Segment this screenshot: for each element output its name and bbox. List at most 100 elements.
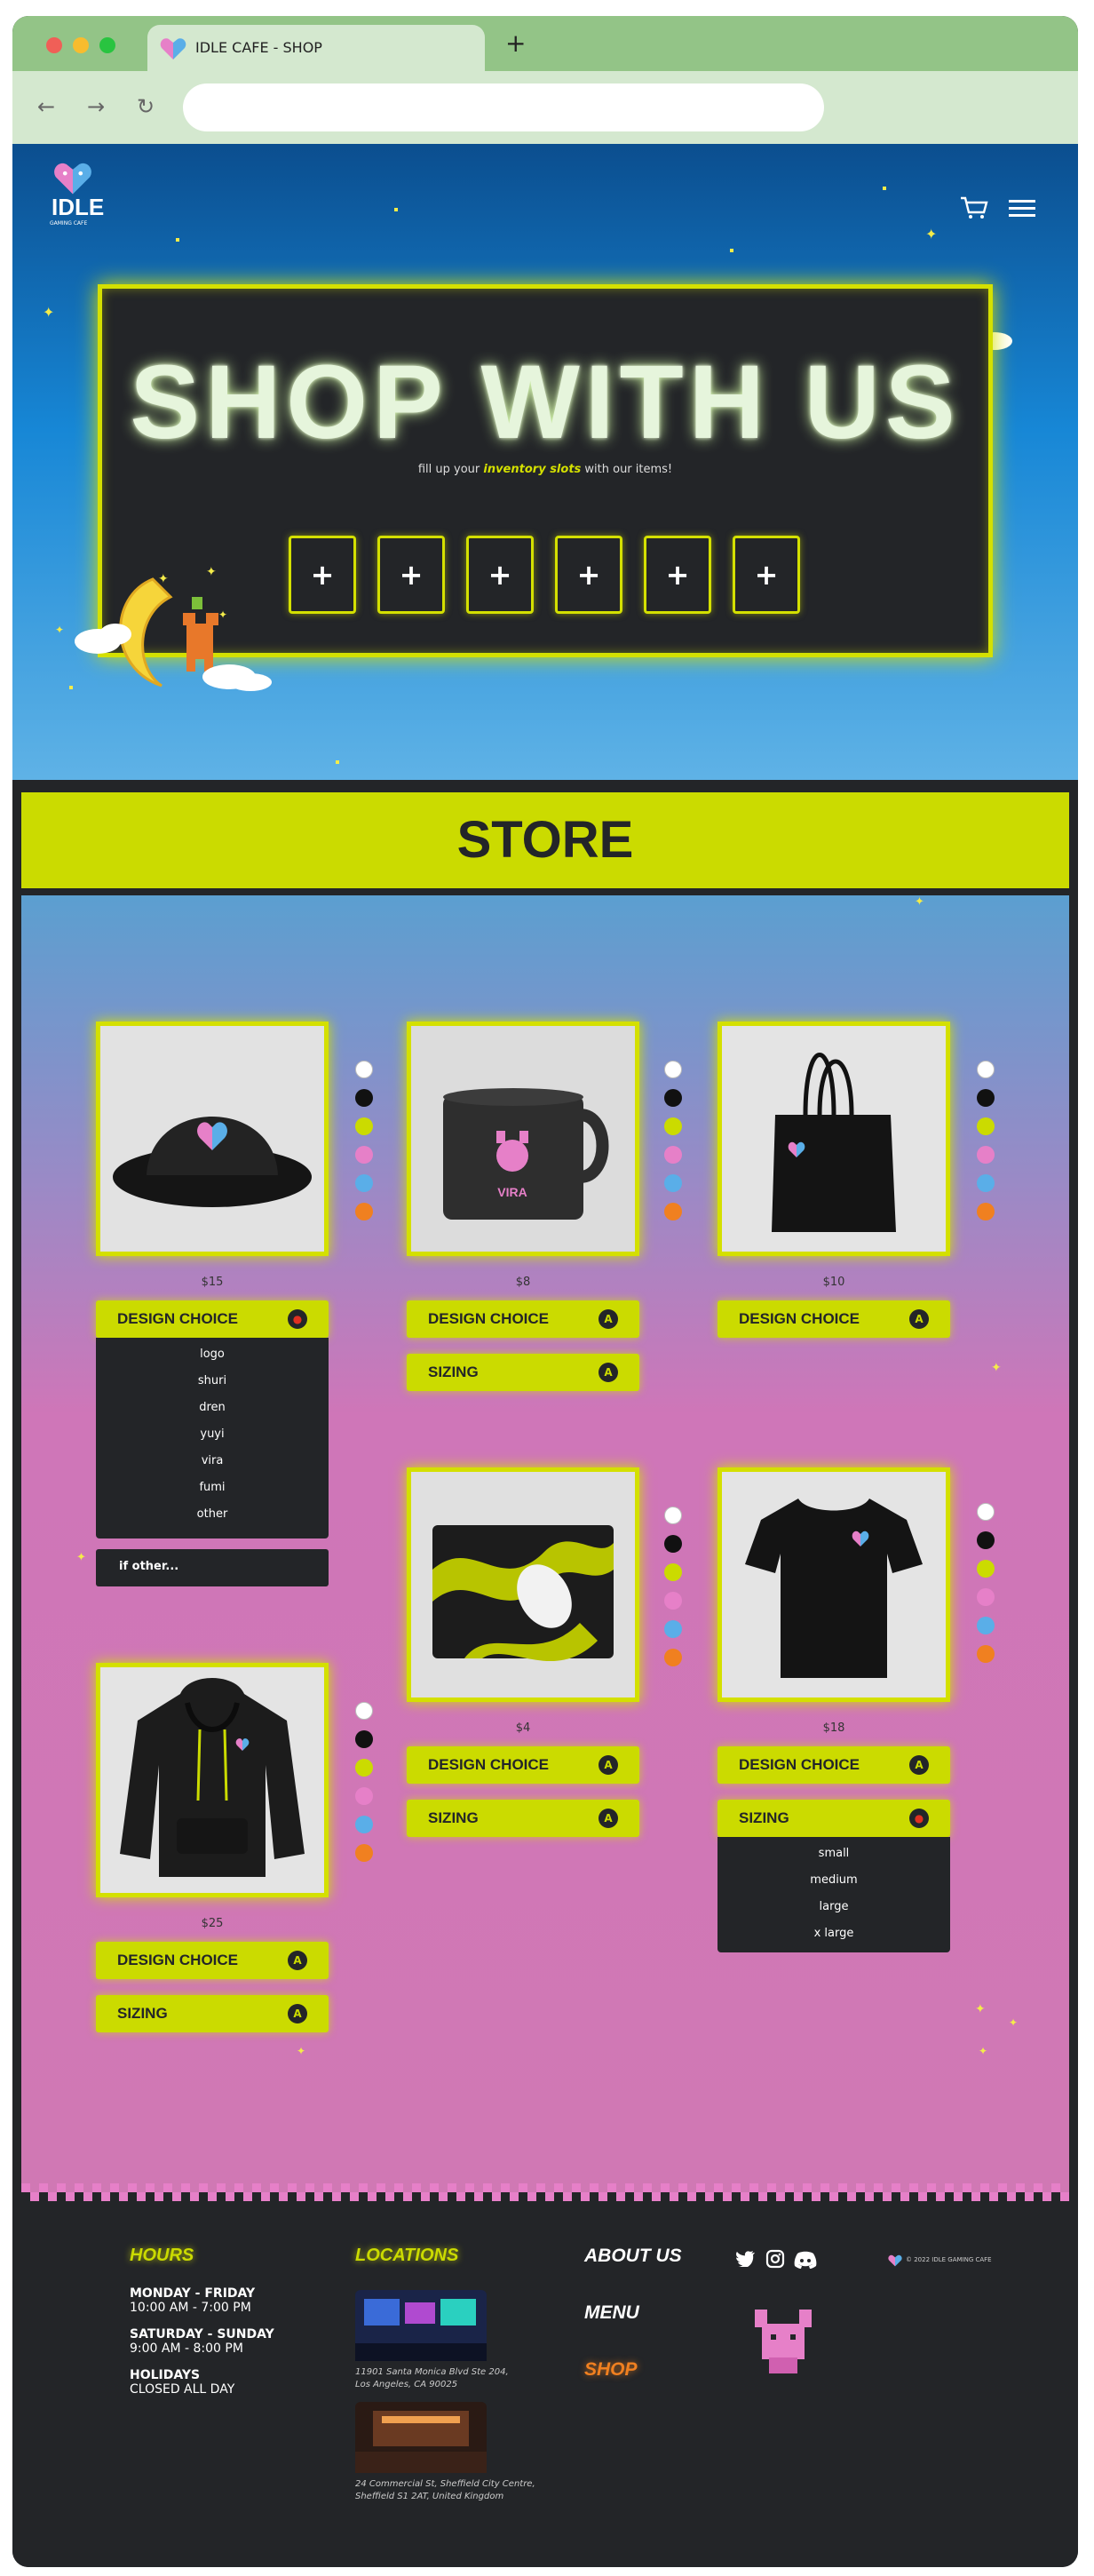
swatch-pink[interactable] <box>977 1146 995 1164</box>
swatch-white[interactable] <box>977 1061 995 1078</box>
swatch-pink[interactable] <box>664 1592 682 1610</box>
reload-icon[interactable]: ↻ <box>137 94 155 119</box>
expand-icon[interactable]: A <box>288 1951 307 1970</box>
design-choice-dropdown[interactable]: DESIGN CHOICE A <box>717 1300 950 1338</box>
footer-link-shop[interactable]: SHOP <box>584 2359 638 2381</box>
tab-idle-cafe-shop[interactable]: IDLE CAFE - SHOP <box>147 25 485 73</box>
swatch-lime[interactable] <box>664 1563 682 1581</box>
forward-arrow-icon[interactable]: → <box>87 94 105 119</box>
swatch-white[interactable] <box>664 1507 682 1524</box>
swatch-lime[interactable] <box>355 1117 373 1135</box>
cart-icon[interactable] <box>959 195 989 220</box>
collapse-icon[interactable]: ● <box>288 1309 307 1329</box>
swatch-black[interactable] <box>977 1531 995 1549</box>
expand-icon[interactable]: A <box>599 1309 618 1329</box>
swatch-orange[interactable] <box>977 1203 995 1220</box>
swatch-pink[interactable] <box>355 1146 373 1164</box>
close-window-button[interactable] <box>46 37 62 53</box>
expand-icon[interactable]: A <box>288 2004 307 2023</box>
menu-item-other[interactable]: other <box>96 1501 329 1528</box>
menu-item-shuri[interactable]: shuri <box>96 1368 329 1395</box>
discord-icon[interactable] <box>794 2251 817 2269</box>
instagram-icon[interactable] <box>765 2249 785 2269</box>
footer-link-about-us[interactable]: ABOUT US <box>584 2246 682 2267</box>
swatch-white[interactable] <box>355 1702 373 1720</box>
swatch-black[interactable] <box>355 1730 373 1748</box>
product-card-t-shirt[interactable] <box>717 1467 950 1702</box>
swatch-pink[interactable] <box>664 1146 682 1164</box>
location-photo-sheffield[interactable] <box>355 2402 487 2473</box>
swatch-blue[interactable] <box>664 1620 682 1638</box>
swatch-black[interactable] <box>664 1535 682 1553</box>
sizing-dropdown[interactable]: SIZING A <box>407 1800 639 1837</box>
sizing-dropdown[interactable]: SIZING A <box>407 1354 639 1391</box>
back-arrow-icon[interactable]: ← <box>37 94 55 119</box>
product-card-hoodie[interactable] <box>96 1663 329 1897</box>
inventory-slot[interactable]: + <box>466 536 534 614</box>
swatch-black[interactable] <box>977 1089 995 1107</box>
inventory-slot[interactable]: + <box>555 536 622 614</box>
expand-icon[interactable]: A <box>599 1755 618 1775</box>
site-logo[interactable]: IDLE GAMING CAFE <box>48 162 104 233</box>
twitter-icon[interactable] <box>735 2251 755 2267</box>
swatch-pink[interactable] <box>355 1787 373 1805</box>
inventory-slot[interactable]: + <box>733 536 800 614</box>
swatch-orange[interactable] <box>977 1645 995 1663</box>
menu-item-logo[interactable]: logo <box>96 1341 329 1368</box>
swatch-orange[interactable] <box>664 1649 682 1666</box>
minimize-window-button[interactable] <box>73 37 89 53</box>
swatch-orange[interactable] <box>664 1203 682 1220</box>
menu-item-vira[interactable]: vira <box>96 1448 329 1475</box>
expand-icon[interactable]: A <box>909 1755 929 1775</box>
swatch-white[interactable] <box>355 1061 373 1078</box>
swatch-lime[interactable] <box>355 1759 373 1777</box>
swatch-black[interactable] <box>664 1089 682 1107</box>
product-card-bucket-hat[interactable] <box>96 1022 329 1256</box>
menu-item-x-large[interactable]: x large <box>717 1920 950 1947</box>
swatch-orange[interactable] <box>355 1203 373 1220</box>
menu-item-large[interactable]: large <box>717 1894 950 1920</box>
product-card-mouse-pad[interactable] <box>407 1467 639 1702</box>
swatch-black[interactable] <box>355 1089 373 1107</box>
hamburger-menu-icon[interactable] <box>1009 199 1035 219</box>
location-photo-la[interactable] <box>355 2290 487 2361</box>
product-card-tote-bag[interactable] <box>717 1022 950 1256</box>
sizing-dropdown[interactable]: SIZING A <box>96 1995 329 2032</box>
product-card-mug[interactable]: VIRA <box>407 1022 639 1256</box>
swatch-blue[interactable] <box>977 1617 995 1634</box>
sizing-dropdown[interactable]: SIZING ● <box>717 1800 950 1837</box>
menu-item-medium[interactable]: medium <box>717 1867 950 1894</box>
new-tab-button[interactable]: + <box>505 28 526 58</box>
if-other-input[interactable]: if other... <box>96 1549 329 1586</box>
swatch-blue[interactable] <box>664 1174 682 1192</box>
maximize-window-button[interactable] <box>99 37 115 53</box>
address-bar[interactable] <box>183 83 824 131</box>
swatch-pink[interactable] <box>977 1588 995 1606</box>
expand-icon[interactable]: A <box>599 1363 618 1382</box>
menu-item-yuyi[interactable]: yuyi <box>96 1421 329 1448</box>
swatch-blue[interactable] <box>355 1816 373 1833</box>
inventory-slot[interactable]: + <box>289 536 356 614</box>
swatch-blue[interactable] <box>977 1174 995 1192</box>
menu-item-dren[interactable]: dren <box>96 1395 329 1421</box>
swatch-orange[interactable] <box>355 1844 373 1862</box>
design-choice-dropdown[interactable]: DESIGN CHOICE A <box>717 1746 950 1784</box>
swatch-lime[interactable] <box>977 1560 995 1578</box>
design-choice-dropdown[interactable]: DESIGN CHOICE ● <box>96 1300 329 1338</box>
swatch-white[interactable] <box>977 1503 995 1521</box>
design-choice-dropdown[interactable]: DESIGN CHOICE A <box>407 1746 639 1784</box>
inventory-slot[interactable]: + <box>644 536 711 614</box>
swatch-lime[interactable] <box>977 1117 995 1135</box>
menu-item-fumi[interactable]: fumi <box>96 1475 329 1501</box>
expand-icon[interactable]: A <box>909 1309 929 1329</box>
swatch-lime[interactable] <box>664 1117 682 1135</box>
design-choice-dropdown[interactable]: DESIGN CHOICE A <box>96 1942 329 1979</box>
swatch-white[interactable] <box>664 1061 682 1078</box>
inventory-slot[interactable]: + <box>377 536 445 614</box>
footer-link-menu[interactable]: MENU <box>584 2302 639 2324</box>
expand-icon[interactable]: A <box>599 1809 618 1828</box>
swatch-blue[interactable] <box>355 1174 373 1192</box>
menu-item-small[interactable]: small <box>717 1841 950 1867</box>
collapse-icon[interactable]: ● <box>909 1809 929 1828</box>
design-choice-dropdown[interactable]: DESIGN CHOICE A <box>407 1300 639 1338</box>
